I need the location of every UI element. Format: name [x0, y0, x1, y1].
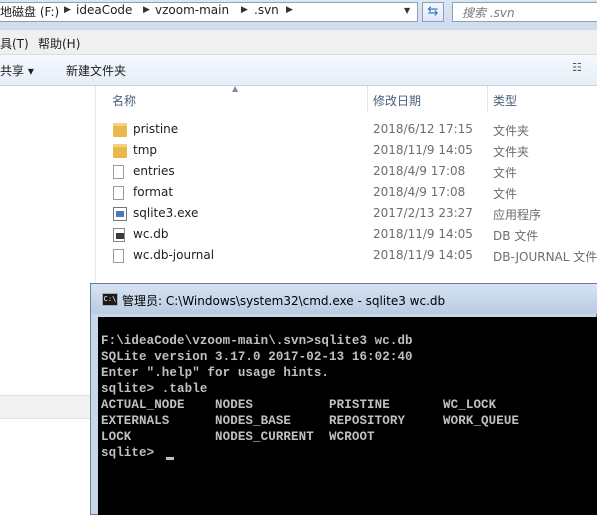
- sort-ascending-icon: ▲: [232, 84, 239, 93]
- menu-bar: [0, 30, 597, 55]
- console-line: ACTUAL_NODE NODES PRISTINE WC_LOCK: [101, 398, 497, 412]
- file-name[interactable]: tmp: [133, 143, 157, 157]
- file-name[interactable]: format: [133, 185, 173, 199]
- cmd-icon[interactable]: C:\: [102, 293, 118, 306]
- console-line: LOCK NODES_CURRENT WCROOT: [101, 430, 375, 444]
- breadcrumb-svn[interactable]: .svn: [254, 3, 279, 17]
- column-header-name[interactable]: 名称: [112, 92, 136, 109]
- column-divider[interactable]: [367, 86, 368, 112]
- db-file-icon: [113, 228, 125, 242]
- file-date: 2017/2/13 23:27: [373, 206, 473, 220]
- breadcrumb-separator-icon[interactable]: ▶: [143, 5, 150, 15]
- column-header-modified[interactable]: 修改日期: [373, 92, 421, 109]
- address-dropdown-icon[interactable]: ▼: [404, 6, 410, 15]
- refresh-icon: ⇆: [427, 4, 439, 19]
- search-placeholder: 搜索 .svn: [462, 6, 515, 20]
- console-line: F:\ideaCode\vzoom-main\.svn>sqlite3 wc.d…: [101, 334, 413, 348]
- file-type: 文件夹: [493, 145, 530, 159]
- file-type: 文件: [493, 187, 518, 201]
- menu-tools[interactable]: 具(T): [0, 35, 29, 52]
- exe-icon: [113, 207, 127, 221]
- file-date: 2018/11/9 14:05: [373, 227, 473, 241]
- file-type: DB-JOURNAL 文件: [493, 250, 597, 264]
- new-folder-button[interactable]: 新建文件夹: [66, 62, 126, 79]
- breadcrumb-separator-icon[interactable]: ▶: [241, 5, 248, 15]
- breadcrumb-separator-icon[interactable]: ▶: [64, 5, 71, 15]
- file-date: 2018/6/12 17:15: [373, 122, 473, 136]
- refresh-button[interactable]: ⇆: [422, 2, 444, 22]
- file-icon: [113, 186, 124, 200]
- breadcrumb-separator-icon[interactable]: ▶: [286, 5, 293, 15]
- file-icon: [113, 165, 124, 179]
- navigation-pane-divider: [0, 395, 95, 419]
- console-prompt[interactable]: sqlite>: [101, 446, 162, 460]
- breadcrumb-vzoom-main[interactable]: vzoom-main: [155, 3, 229, 17]
- breadcrumb-drive[interactable]: 地磁盘 (F:): [0, 3, 59, 20]
- file-date: 2018/4/9 17:08: [373, 164, 466, 178]
- file-name[interactable]: sqlite3.exe: [133, 206, 198, 220]
- column-divider[interactable]: [487, 86, 488, 112]
- file-type: 文件: [493, 166, 518, 180]
- console-line: SQLite version 3.17.0 2017-02-13 16:02:4…: [101, 350, 413, 364]
- file-name[interactable]: wc.db: [133, 227, 168, 241]
- file-icon: [113, 249, 124, 263]
- folder-icon: [113, 123, 127, 137]
- folder-icon: [113, 144, 127, 158]
- column-header-type[interactable]: 类型: [493, 92, 517, 109]
- navigation-pane[interactable]: [0, 86, 96, 386]
- file-date: 2018/4/9 17:08: [373, 185, 466, 199]
- file-date: 2018/11/9 14:05: [373, 143, 473, 157]
- file-name[interactable]: entries: [133, 164, 175, 178]
- cmd-title: 管理员: C:\Windows\system32\cmd.exe - sqlit…: [122, 294, 446, 308]
- breadcrumb-ideacode[interactable]: ideaCode: [76, 3, 132, 17]
- view-options-icon[interactable]: ☷: [572, 61, 588, 75]
- share-button[interactable]: 共享 ▾: [0, 62, 34, 79]
- console-line: EXTERNALS NODES_BASE REPOSITORY WORK_QUE…: [101, 414, 520, 428]
- console-line: sqlite> .table: [101, 382, 208, 396]
- console-line: Enter ".help" for usage hints.: [101, 366, 330, 380]
- file-name[interactable]: wc.db-journal: [133, 248, 214, 262]
- file-row[interactable]: [100, 182, 597, 203]
- file-type: DB 文件: [493, 229, 539, 243]
- menu-help[interactable]: 帮助(H): [38, 35, 80, 52]
- file-name[interactable]: pristine: [133, 122, 178, 136]
- console-cursor: [166, 457, 174, 460]
- file-date: 2018/11/9 14:05: [373, 248, 473, 262]
- file-type: 文件夹: [493, 124, 530, 138]
- file-type: 应用程序: [493, 208, 542, 222]
